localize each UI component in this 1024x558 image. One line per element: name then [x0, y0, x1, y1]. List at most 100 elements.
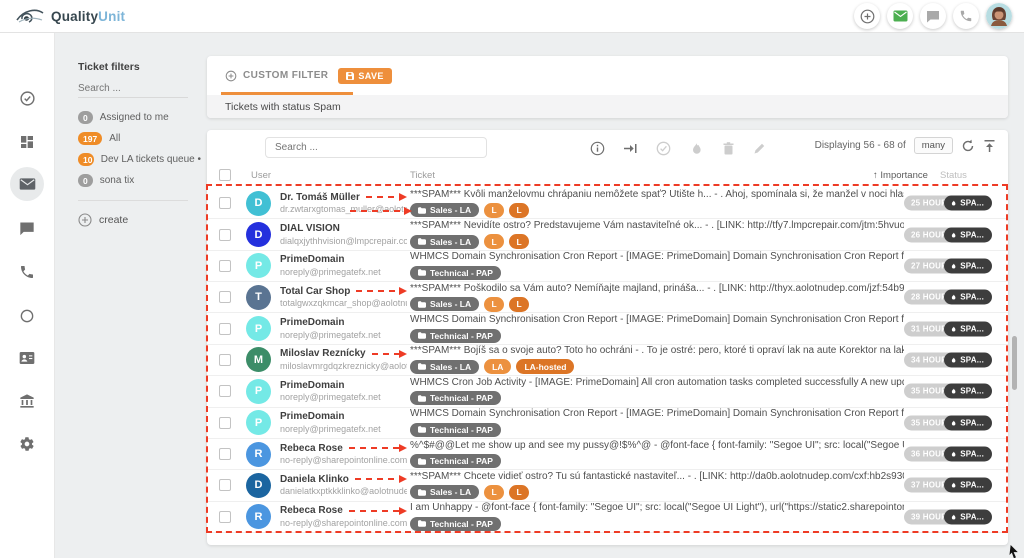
ticket-cell[interactable]: WHMCS Domain Synchronisation Cron Report…: [410, 408, 904, 437]
row-checkbox[interactable]: [219, 323, 231, 335]
department-label: Technical - PAP: [430, 331, 493, 341]
row-right-cell: 31 HOURS AGO SPA...: [904, 313, 992, 343]
select-all-checkbox[interactable]: [219, 169, 231, 181]
info-icon[interactable]: [590, 141, 605, 156]
filter-item[interactable]: 197All: [78, 128, 201, 149]
ticket-search-input[interactable]: [265, 137, 487, 158]
ticket-cell[interactable]: ***SPAM*** Kvôli manželovmu chrápaniu ne…: [410, 189, 904, 218]
ticket-cell[interactable]: ***SPAM*** Chcete vidieť ostro? Tu sú fa…: [410, 471, 904, 500]
ticket-badges: Technical - PAP: [410, 265, 904, 280]
spam-flame-icon[interactable]: [689, 141, 704, 156]
row-checkbox[interactable]: [219, 260, 231, 272]
ticket-cell[interactable]: WHMCS Domain Synchronisation Cron Report…: [410, 314, 904, 343]
rail-chat[interactable]: [10, 211, 44, 245]
user-cell: PrimeDomain noreply@primegatefx.net: [280, 254, 407, 278]
department-badge: Technical - PAP: [410, 329, 501, 343]
tab-custom-filter[interactable]: CUSTOM FILTER: [225, 70, 328, 82]
user-cell: Rebeca Rose no-reply@sharepointonline.co…: [280, 442, 407, 466]
rail-contacts[interactable]: [10, 341, 44, 375]
row-checkbox[interactable]: [219, 354, 231, 366]
status-badge: SPA...: [944, 352, 992, 367]
ticket-row[interactable]: R Rebeca Rose no-reply@sharepointonline.…: [207, 502, 1008, 533]
rail-ring[interactable]: [10, 299, 44, 333]
filter-item[interactable]: 0Assigned to me: [78, 107, 201, 128]
column-status[interactable]: Status: [940, 170, 967, 181]
scrollbar-thumb[interactable]: [1012, 336, 1017, 390]
ticket-row[interactable]: P PrimeDomain noreply@primegatefx.net WH…: [207, 408, 1008, 439]
row-checkbox[interactable]: [219, 417, 231, 429]
status-badge: SPA...: [944, 415, 992, 430]
rail-tickets-check[interactable]: [10, 81, 44, 115]
ticket-cell[interactable]: WHMCS Cron Job Activity - [IMAGE: PrimeD…: [410, 377, 904, 406]
filter-item[interactable]: 0sona tix: [78, 170, 201, 191]
ticket-row[interactable]: D DIAL VISION dialqxjythhvision@lmpcrepa…: [207, 219, 1008, 250]
delete-trash-icon[interactable]: [721, 141, 736, 156]
rail-bank[interactable]: [10, 384, 44, 418]
ticket-cell[interactable]: %^$#@@Let me show up and see my pussy@!$…: [410, 440, 904, 469]
spam-flame-icon: [950, 512, 957, 521]
row-right-cell: 36 HOURS AGO SPA...: [904, 439, 992, 469]
row-checkbox[interactable]: [219, 479, 231, 491]
ticket-badges: Technical - PAP: [410, 391, 904, 406]
many-count-button[interactable]: many: [914, 137, 953, 154]
user-avatar-initial: R: [246, 504, 271, 529]
row-checkbox[interactable]: [219, 197, 231, 209]
rail-settings[interactable]: [10, 427, 44, 461]
ticket-row[interactable]: D Dr. Tomáš Müller dr.zwtarxgtomas_mulle…: [207, 188, 1008, 219]
ticket-row[interactable]: T Total Car Shop totalgwxzqkmcar_shop@ao…: [207, 282, 1008, 313]
status-badge: SPA...: [944, 509, 992, 524]
ticket-cell[interactable]: I am Unhappy - @font-face { font-family:…: [410, 502, 904, 531]
user-avatar[interactable]: [986, 3, 1012, 29]
collapse-to-top-icon[interactable]: [983, 139, 996, 153]
filters-search-input[interactable]: [78, 80, 188, 98]
user-email: no-reply@sharepointonline.com: [280, 455, 407, 466]
ticket-row[interactable]: D Daniela Klinko danielatkxptkkklinko@ao…: [207, 470, 1008, 501]
column-user[interactable]: User: [251, 170, 271, 181]
user-name: Rebeca Rose: [280, 505, 343, 516]
row-checkbox[interactable]: [219, 229, 231, 241]
refresh-icon[interactable]: [961, 139, 975, 153]
status-label: SPA...: [960, 324, 984, 333]
call-notifications-button[interactable]: [953, 3, 979, 29]
create-filter-button[interactable]: create: [78, 213, 128, 227]
rail-dashboard[interactable]: [10, 125, 44, 159]
row-checkbox[interactable]: [219, 385, 231, 397]
save-filter-button[interactable]: SAVE: [338, 68, 391, 84]
row-checkbox[interactable]: [219, 511, 231, 523]
column-importance-sort[interactable]: ↑ Importance: [873, 170, 928, 181]
add-new-button[interactable]: [854, 3, 880, 29]
ticket-row[interactable]: R Rebeca Rose no-reply@sharepointonline.…: [207, 439, 1008, 470]
filter-label: All: [109, 133, 120, 144]
quality-unit-logo: QualityUnit: [16, 7, 125, 25]
folder-icon: [418, 269, 426, 276]
annotation-arrow: [366, 193, 407, 201]
row-checkbox[interactable]: [219, 291, 231, 303]
tag-badge: L: [509, 297, 529, 312]
ticket-cell[interactable]: ***SPAM*** Poškodilo sa Vám auto? Nemíňa…: [410, 283, 904, 312]
filter-item[interactable]: 10Dev LA tickets queue •: [78, 149, 201, 170]
ticket-subject: WHMCS Domain Synchronisation Cron Report…: [410, 314, 904, 326]
email-notifications-button[interactable]: [887, 3, 913, 29]
spam-flame-icon: [950, 199, 957, 208]
column-ticket[interactable]: Ticket: [410, 170, 435, 181]
chat-bubble-icon: [926, 10, 940, 23]
row-checkbox[interactable]: [219, 448, 231, 460]
spam-flame-icon: [950, 355, 957, 364]
chat-notifications-button[interactable]: [920, 3, 946, 29]
ticket-cell[interactable]: WHMCS Domain Synchronisation Cron Report…: [410, 251, 904, 280]
ticket-cell[interactable]: ***SPAM*** Nevidíte ostro? Predstavujeme…: [410, 220, 904, 249]
mark-done-icon[interactable]: [656, 141, 671, 156]
ticket-row[interactable]: P PrimeDomain noreply@primegatefx.net WH…: [207, 313, 1008, 344]
user-email: noreply@primegatefx.net: [280, 267, 407, 278]
edit-pencil-icon[interactable]: [752, 141, 767, 156]
ticket-row[interactable]: P PrimeDomain noreply@primegatefx.net WH…: [207, 376, 1008, 407]
ticket-row[interactable]: P PrimeDomain noreply@primegatefx.net WH…: [207, 251, 1008, 282]
ticket-badges: Technical - PAP: [410, 516, 904, 531]
filters-title: Ticket filters: [78, 61, 140, 73]
user-cell: Daniela Klinko danielatkxptkkklinko@aolo…: [280, 473, 407, 497]
rail-mail-active[interactable]: [10, 167, 44, 201]
resolve-forward-icon[interactable]: [623, 141, 638, 156]
ticket-row[interactable]: M Miloslav Reznícky miloslavmrgdqzkrezni…: [207, 345, 1008, 376]
rail-phone[interactable]: [10, 255, 44, 289]
ticket-cell[interactable]: ***SPAM*** Bojíš sa o svoje auto? Toto h…: [410, 345, 904, 374]
